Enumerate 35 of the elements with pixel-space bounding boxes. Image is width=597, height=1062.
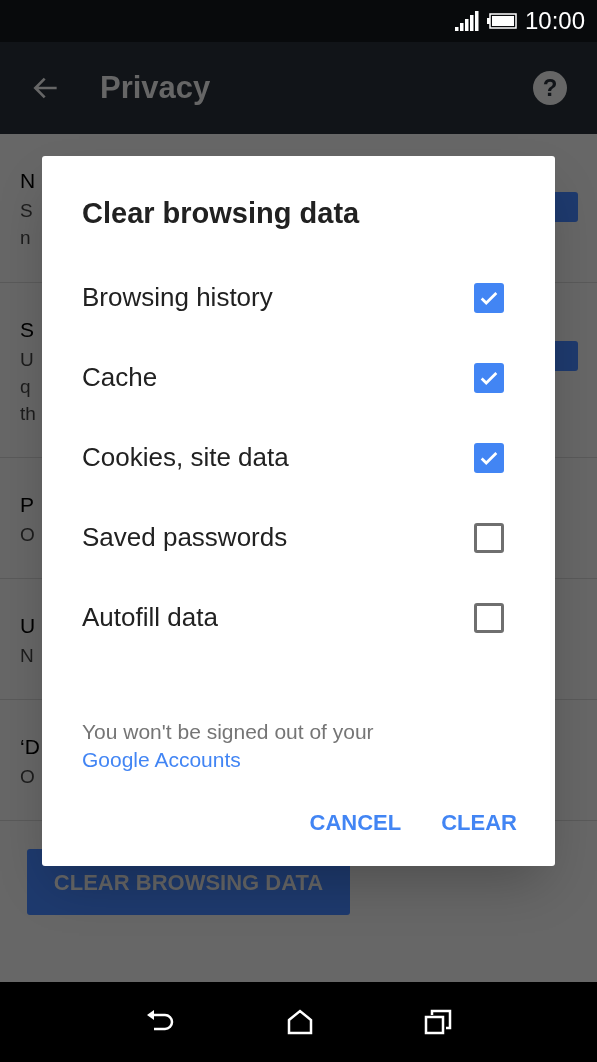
battery-icon xyxy=(486,13,517,29)
setting-description: th xyxy=(20,401,36,426)
checkbox[interactable] xyxy=(474,602,504,633)
google-accounts-link[interactable]: Google Accounts xyxy=(82,747,241,771)
checkbox[interactable] xyxy=(474,442,504,473)
checkbox[interactable] xyxy=(474,362,504,393)
clock: 10:00 xyxy=(524,6,585,36)
option-label: Saved passwords xyxy=(82,521,288,554)
checkbox[interactable] xyxy=(474,282,504,313)
option-label: Autofill data xyxy=(82,601,218,634)
setting-description: O xyxy=(20,764,35,789)
toolbar-title: Privacy xyxy=(100,68,212,107)
checkbox[interactable] xyxy=(474,522,504,553)
setting-title: ‘D xyxy=(20,733,40,760)
cancel-button[interactable]: CANCEL xyxy=(309,805,402,839)
clear-button[interactable]: CLEAR xyxy=(441,805,517,839)
setting-description: N xyxy=(20,643,34,668)
setting-description: S xyxy=(20,199,33,223)
recent-apps-icon[interactable] xyxy=(423,1009,452,1035)
option-label: Browsing history xyxy=(82,281,273,314)
option-label: Cache xyxy=(82,361,158,394)
setting-description: n xyxy=(20,226,31,250)
setting-description: U xyxy=(20,347,34,372)
home-icon[interactable] xyxy=(286,1009,313,1035)
signed-out-note: You won't be signed out of your Google Accounts xyxy=(82,718,375,773)
setting-title: P xyxy=(20,491,34,518)
setting-description: O xyxy=(20,522,35,547)
help-button[interactable]: ? xyxy=(533,71,567,105)
setting-title: N xyxy=(20,168,36,194)
setting-title: S xyxy=(20,316,34,343)
option-label: Cookies, site data xyxy=(82,441,289,474)
setting-description: q xyxy=(20,374,31,399)
dialog-title: Clear browsing data xyxy=(82,196,361,231)
setting-title: U xyxy=(20,612,36,639)
signal-icon xyxy=(454,11,479,31)
